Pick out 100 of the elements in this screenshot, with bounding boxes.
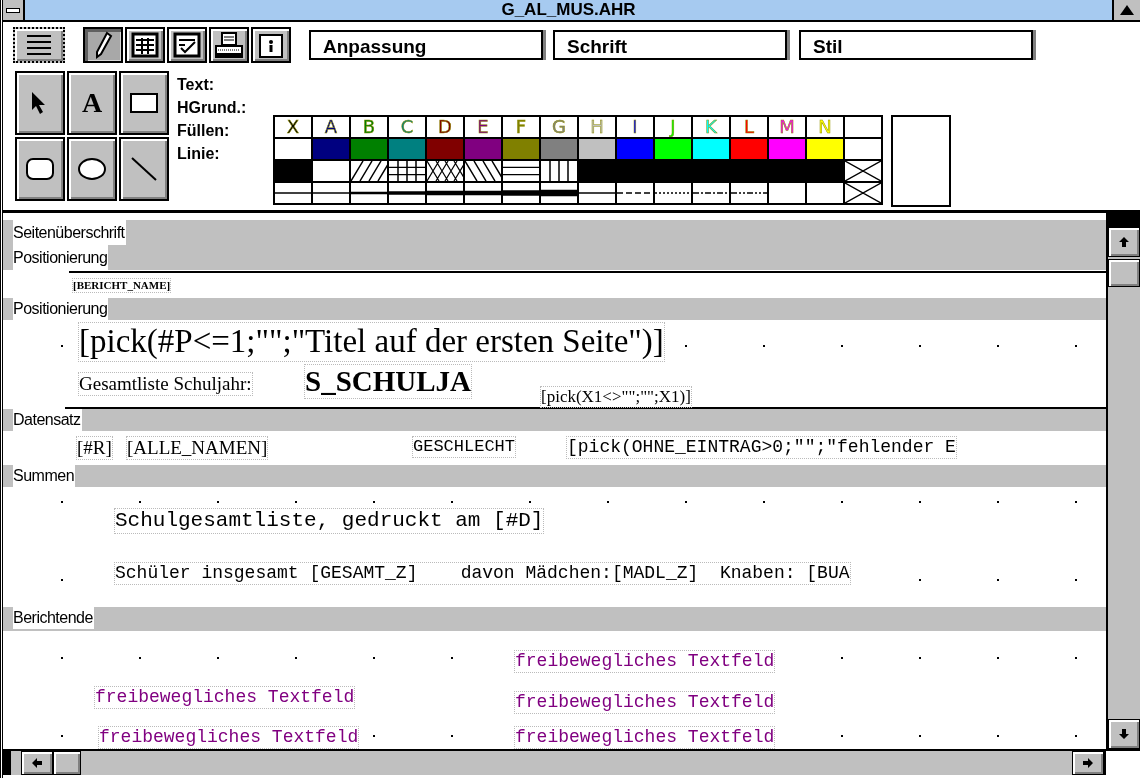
text-field[interactable]: freibewegliches Textfeld <box>95 687 355 708</box>
line-style-swatch[interactable] <box>769 181 805 205</box>
color-swatch[interactable] <box>693 137 729 159</box>
section-label: Berichtende <box>13 607 94 629</box>
drawing-tool-button[interactable] <box>15 71 65 135</box>
arrow-right-icon <box>1082 757 1094 769</box>
vertical-scrollbar[interactable] <box>1106 213 1140 749</box>
text-field[interactable]: [pick(#P<=1;"";"Titel auf der ersten Seite")] <box>79 323 664 361</box>
line-style-swatch[interactable] <box>541 181 577 205</box>
color-swatch[interactable] <box>655 137 691 159</box>
system-menu-button[interactable] <box>3 0 25 20</box>
horizontal-scrollbar[interactable] <box>3 751 1104 775</box>
row-label: HGrund.: <box>177 98 248 118</box>
color-swatch[interactable] <box>579 137 615 159</box>
text-field[interactable]: Gesamtliste Schuljahr: <box>79 373 252 395</box>
text-field[interactable]: freibewegliches Textfeld <box>515 727 775 748</box>
row-label: Text: <box>177 75 216 95</box>
scroll-down-button[interactable] <box>1108 719 1140 749</box>
window-title: G_AL_MUS.AHR <box>500 0 637 20</box>
color-swatch[interactable] <box>313 137 349 159</box>
fill-pattern-swatch[interactable] <box>389 159 425 181</box>
arrow-up-icon <box>1118 236 1130 248</box>
table-icon <box>129 30 161 60</box>
section-label: Seitenüberschrift <box>13 220 126 245</box>
drawing-tool-button[interactable] <box>15 137 65 201</box>
color-swatch[interactable] <box>389 137 425 159</box>
text-field[interactable]: S_SCHULJA <box>305 365 471 399</box>
text-field[interactable]: [pick(X1<>"";"";X1)] <box>541 387 691 407</box>
text-field[interactable]: freibewegliches Textfeld <box>515 651 775 672</box>
fill-pattern-swatch[interactable] <box>541 159 577 181</box>
color-swatch[interactable] <box>503 137 539 159</box>
section-label: Datensatz <box>13 409 82 431</box>
arrow-left-icon <box>31 757 43 769</box>
toolbar-button[interactable] <box>167 27 207 63</box>
drawing-tool-button[interactable]: A <box>67 71 117 135</box>
line-style-swatch[interactable] <box>275 181 311 205</box>
checklist-icon <box>171 30 203 60</box>
line-style-swatch[interactable] <box>313 181 349 205</box>
scroll-thumb[interactable] <box>53 751 81 775</box>
color-swatch[interactable] <box>351 137 387 159</box>
drawing-tool-button[interactable] <box>119 137 169 201</box>
line-style-swatch[interactable] <box>351 181 387 205</box>
text-field[interactable]: [pick(OHNE_EINTRAG>0;"";"fehlender E <box>567 437 956 458</box>
text-field[interactable]: Schüler insgesamt [GESAMT_Z] davon Mädchen:[MADL_Z] Knaben: [BUA <box>115 563 850 584</box>
line-style-swatch[interactable] <box>389 181 425 205</box>
line-style-swatch[interactable] <box>845 181 881 205</box>
section-label: Positionierung <box>13 245 109 270</box>
color-swatch[interactable] <box>769 137 805 159</box>
section-label: Positionierung <box>13 298 109 320</box>
color-swatch[interactable] <box>465 137 501 159</box>
scroll-up-button[interactable] <box>1108 227 1140 257</box>
fill-pattern-swatch[interactable] <box>579 159 615 181</box>
fill-pattern-swatch[interactable] <box>845 159 881 181</box>
fill-pattern-swatch[interactable] <box>275 159 311 181</box>
color-letter[interactable]: X <box>275 115 311 137</box>
text-field[interactable]: [#R] <box>77 437 112 459</box>
row-label: Linie: <box>177 144 221 164</box>
color-swatch[interactable] <box>427 137 463 159</box>
scroll-thumb[interactable] <box>1108 259 1140 287</box>
scroll-left-button[interactable] <box>21 751 53 775</box>
fill-pattern-swatch[interactable] <box>351 159 387 181</box>
line-style-swatch[interactable] <box>503 181 539 205</box>
color-swatch[interactable] <box>807 137 843 159</box>
line-style-swatch[interactable] <box>731 181 767 205</box>
text-field[interactable]: [BERICHT_NAME] <box>73 279 171 292</box>
arrow-down-icon <box>1118 728 1130 740</box>
line-style-swatch[interactable] <box>655 181 691 205</box>
text-field[interactable]: freibewegliches Textfeld <box>99 727 359 748</box>
toolbar-button[interactable] <box>209 27 249 63</box>
color-swatch[interactable] <box>541 137 577 159</box>
color-swatch[interactable] <box>731 137 767 159</box>
triangle-up-icon <box>1120 5 1134 15</box>
fill-pattern-swatch[interactable] <box>427 159 463 181</box>
toolbar-button[interactable] <box>13 27 65 63</box>
toolbar-button[interactable] <box>251 27 291 63</box>
text-field[interactable]: [ALLE_NAMEN] <box>127 437 268 459</box>
drawing-tool-button[interactable] <box>67 137 117 201</box>
line-style-swatch[interactable] <box>465 181 501 205</box>
fill-pattern-swatch[interactable] <box>807 159 843 181</box>
line-style-swatch[interactable] <box>579 181 615 205</box>
fill-pattern-swatch[interactable] <box>465 159 501 181</box>
dropdown-field[interactable]: Anpassung <box>309 30 543 60</box>
line-style-swatch[interactable] <box>427 181 463 205</box>
row-label: Füllen: <box>177 121 231 141</box>
dropdown-field[interactable]: Schrift <box>553 30 787 60</box>
toolbar-button[interactable] <box>83 27 123 63</box>
printer-icon <box>213 30 245 60</box>
text-field[interactable]: freibewegliches Textfeld <box>515 692 775 713</box>
section-label: Summen <box>13 465 76 487</box>
line-style-swatch[interactable] <box>807 181 843 205</box>
toolbar-button[interactable] <box>125 27 165 63</box>
text-field[interactable]: Schulgesamtliste, gedruckt am [#D] <box>115 509 544 534</box>
scroll-right-button[interactable] <box>1072 751 1104 775</box>
line-style-swatch[interactable] <box>617 181 653 205</box>
dropdown-field[interactable]: Stil <box>799 30 1033 60</box>
drawing-tool-button[interactable] <box>119 71 169 135</box>
line-style-swatch[interactable] <box>693 181 729 205</box>
text-field[interactable]: GESCHLECHT <box>413 437 516 457</box>
color-swatch[interactable] <box>617 137 653 159</box>
maximize-button[interactable] <box>1112 0 1140 20</box>
